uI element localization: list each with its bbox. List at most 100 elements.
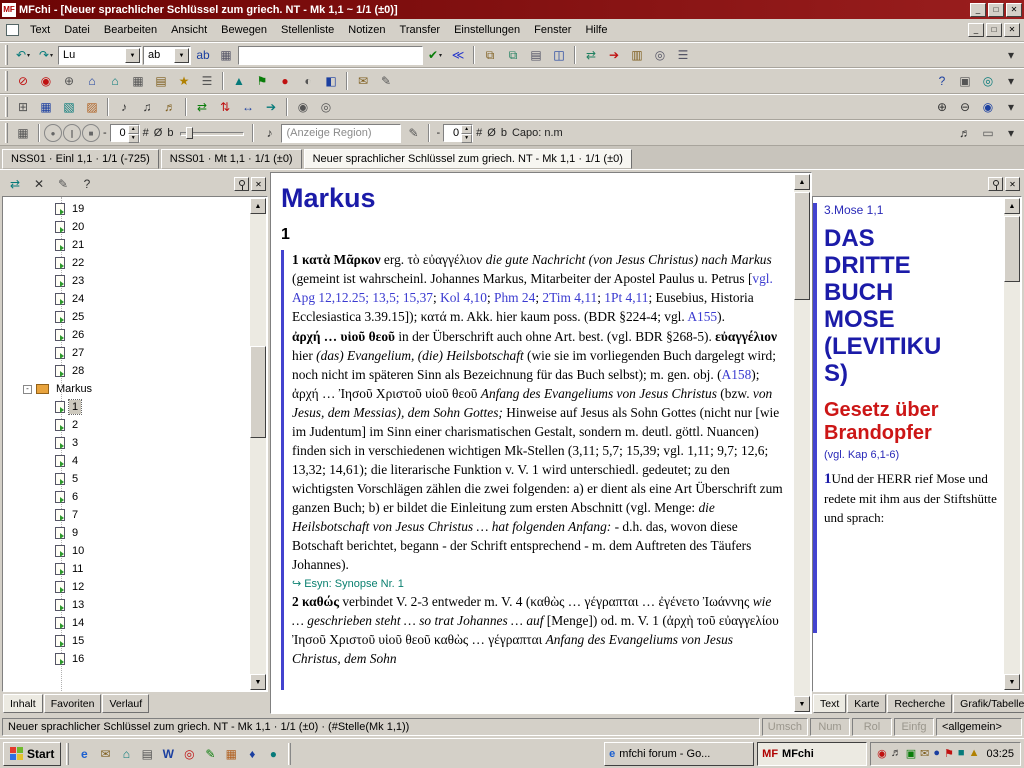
melody-button[interactable]: ♬	[159, 97, 181, 117]
tree-item-22[interactable]: 22	[9, 254, 247, 272]
nav-back-button[interactable]: ↶▾	[12, 45, 34, 65]
zoom-in-button[interactable]: ⊕	[931, 97, 953, 117]
scope-button[interactable]: ◎	[977, 71, 999, 91]
panel-button[interactable]: ◧	[320, 71, 342, 91]
region-button[interactable]: ▭	[977, 123, 999, 143]
tab-recherche[interactable]: Recherche	[887, 694, 952, 713]
jump-button[interactable]: ➔	[603, 45, 625, 65]
tree-item-23[interactable]: 23	[9, 272, 247, 290]
quick-launch-diamond[interactable]: ♦	[242, 744, 262, 764]
doc-tab-1[interactable]: NSS01 · Mt 1,1 · 1/1 (±0)	[161, 149, 302, 169]
swap-button[interactable]: ⇄	[191, 97, 213, 117]
menu-stellenliste[interactable]: Stellenliste	[274, 21, 341, 39]
reference-input[interactable]	[238, 46, 423, 65]
grid-brown-button[interactable]: ▨	[81, 97, 103, 117]
tree-collapse-icon[interactable]: -	[23, 385, 32, 394]
tree-item-26[interactable]: 26	[9, 326, 247, 344]
doc-tab-0[interactable]: NSS01 · Einl 1,1 · 1/1 (-725)	[2, 149, 159, 169]
edit-button[interactable]: ✎	[375, 71, 397, 91]
toolbar-grip[interactable]	[5, 71, 8, 91]
melody-button[interactable]: ♬	[954, 123, 976, 143]
record-transport-button[interactable]: ●	[44, 124, 62, 142]
word-search-button[interactable]: ab	[192, 45, 214, 65]
menu-fenster[interactable]: Fenster	[527, 21, 578, 39]
document-scrollbar[interactable]: ▲ ▼	[794, 174, 810, 712]
temple-teal-button[interactable]: ⌂	[104, 71, 126, 91]
tree-item-10[interactable]: 10	[9, 542, 247, 560]
cross-reference-link[interactable]: Phm 24	[494, 290, 535, 305]
transfer-button[interactable]: ⇄	[4, 174, 26, 194]
circle-button[interactable]: ◎	[315, 97, 337, 117]
toolbar-grip[interactable]	[5, 45, 8, 65]
record-red-button[interactable]: ◉	[35, 71, 57, 91]
mdi-restore-button[interactable]: □	[986, 23, 1002, 37]
right-scrollbar[interactable]: ▲ ▼	[1004, 198, 1020, 690]
tree-item-24[interactable]: 24	[9, 290, 247, 308]
tab-verlauf[interactable]: Verlauf	[102, 694, 149, 713]
menu-datei[interactable]: Datei	[57, 21, 97, 39]
box-button[interactable]: ▣	[954, 71, 976, 91]
quick-launch-desktop[interactable]: ⌂	[116, 744, 136, 764]
pin-button[interactable]	[234, 177, 249, 191]
menu-text[interactable]: Text	[23, 21, 57, 39]
note-button[interactable]: ♪	[113, 97, 135, 117]
quick-launch-edit[interactable]: ✎	[200, 744, 220, 764]
scroll-up-button[interactable]: ▲	[1004, 198, 1020, 214]
synopsis-note[interactable]: ↪Esyn: Synopse Nr. 1	[292, 577, 785, 590]
quick-launch-grid[interactable]: ▦	[221, 744, 241, 764]
document-window-icon[interactable]	[6, 24, 19, 36]
doc-tab-2[interactable]: Neuer sprachlicher Schlüssel zum griech.…	[304, 149, 632, 169]
quick-launch-ie[interactable]: e	[74, 744, 94, 764]
minimize-button[interactable]: _	[970, 3, 986, 17]
transfer-right-button[interactable]: ⇄	[580, 45, 602, 65]
zoom-out-button[interactable]: ⊖	[954, 97, 976, 117]
menu-transfer[interactable]: Transfer	[393, 21, 448, 39]
scroll-up-button[interactable]: ▲	[250, 198, 266, 214]
search-mode-combo[interactable]: ab▼	[143, 46, 191, 65]
mdi-close-button[interactable]: ✕	[1004, 23, 1020, 37]
tree-item-1[interactable]: 1	[9, 398, 247, 416]
tree-item-9[interactable]: 9	[9, 524, 247, 542]
pages-button[interactable]: ▥	[626, 45, 648, 65]
anzeige-region-field[interactable]: (Anzeige Region)	[281, 124, 401, 143]
grid-blue-button[interactable]: ▦	[35, 97, 57, 117]
cross-reference-link[interactable]: A158	[722, 367, 752, 382]
tree-item-25[interactable]: 25	[9, 308, 247, 326]
tray-volume[interactable]: ♬	[891, 747, 902, 760]
edit-region-button[interactable]: ✎	[402, 123, 424, 143]
close-button[interactable]: ✕	[1006, 3, 1022, 17]
tree-item-19[interactable]: 19	[9, 200, 247, 218]
mdi-minimize-button[interactable]: _	[968, 23, 984, 37]
tempo-slider[interactable]	[180, 124, 244, 142]
tab-grafik-tabelle[interactable]: Grafik/Tabelle	[953, 694, 1024, 713]
quick-launch-dot[interactable]: ●	[263, 744, 283, 764]
grid-teal-button[interactable]: ▧	[58, 97, 80, 117]
menu-ansicht[interactable]: Ansicht	[164, 21, 214, 39]
notes-button[interactable]: ♫	[136, 97, 158, 117]
menu-bearbeiten[interactable]: Bearbeiten	[97, 21, 164, 39]
tray-blue[interactable]: ●	[933, 747, 940, 760]
tree-scrollbar[interactable]: ▲ ▼	[250, 198, 266, 690]
tree-item-15[interactable]: 15	[9, 632, 247, 650]
copy-page-button[interactable]: ⧉	[479, 45, 501, 65]
tray-green[interactable]: ▣	[906, 747, 916, 760]
panel-close-button[interactable]: ✕	[251, 177, 266, 191]
scroll-up-button[interactable]: ▲	[794, 174, 810, 190]
menu-bewegen[interactable]: Bewegen	[214, 21, 274, 39]
scroll-thumb[interactable]	[794, 192, 810, 300]
stop-transport-button[interactable]: ■	[82, 124, 100, 142]
table-button[interactable]: ▦	[127, 71, 149, 91]
tree-item-2[interactable]: 2	[9, 416, 247, 434]
star-button[interactable]: ★	[173, 71, 195, 91]
doc-stack-button[interactable]: ⧉	[502, 45, 524, 65]
menu-einstellungen[interactable]: Einstellungen	[447, 21, 527, 39]
cross-reference-link[interactable]: Kol 4,10	[440, 290, 487, 305]
tree-item-11[interactable]: 11	[9, 560, 247, 578]
tray-mail[interactable]: ✉	[920, 747, 929, 760]
tree-item-12[interactable]: 12	[9, 578, 247, 596]
dot-red-button[interactable]: ●	[274, 71, 296, 91]
tree-item-3[interactable]: 3	[9, 434, 247, 452]
tab-inhalt[interactable]: Inhalt	[3, 694, 43, 713]
overflow-button[interactable]: ▾	[1000, 45, 1022, 65]
menu-notizen[interactable]: Notizen	[341, 21, 392, 39]
